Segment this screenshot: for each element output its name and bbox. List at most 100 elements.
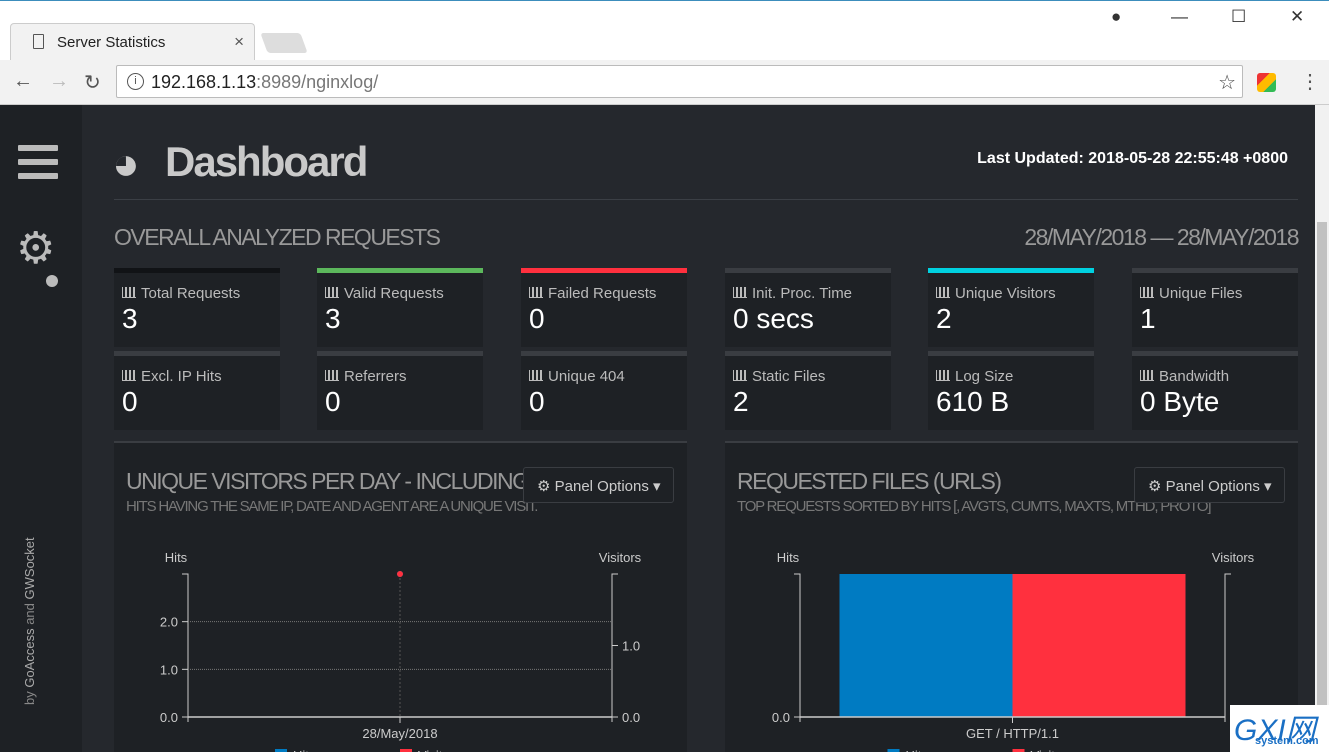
stat-card: Total Requests 3 bbox=[114, 268, 280, 347]
y-tick-label: 2.0 bbox=[160, 615, 178, 630]
bar-chart-icon bbox=[122, 370, 136, 381]
profile-icon[interactable]: ● bbox=[1111, 7, 1121, 27]
stat-value: 0 secs bbox=[733, 303, 814, 334]
close-window-icon[interactable]: ✕ bbox=[1290, 7, 1304, 27]
stat-label: Init. Proc. Time bbox=[752, 285, 853, 302]
y-tick-label: 1.0 bbox=[160, 662, 178, 677]
stat-card: Excl. IP Hits 0 bbox=[114, 351, 280, 430]
bar-chart-icon bbox=[1140, 370, 1154, 381]
point-visitors bbox=[397, 571, 403, 577]
extension-icon[interactable] bbox=[1257, 73, 1276, 92]
url-host: 192.168.1.13 bbox=[151, 72, 257, 92]
stat-label: Referrers bbox=[344, 368, 407, 385]
stat-value: 0 bbox=[325, 386, 341, 417]
y-axis-right-label: Visitors bbox=[599, 550, 642, 565]
minimize-icon[interactable]: — bbox=[1171, 7, 1188, 27]
stat-card: Failed Requests 0 bbox=[521, 268, 687, 347]
stat-card: Valid Requests 3 bbox=[317, 268, 483, 347]
stat-value: 0 Byte bbox=[1140, 386, 1220, 417]
stat-card: Init. Proc. Time 0 secs bbox=[725, 268, 891, 347]
bar-hits bbox=[839, 574, 1013, 717]
stat-label: Unique Files bbox=[1159, 285, 1243, 302]
back-icon[interactable]: ← bbox=[13, 70, 33, 93]
stat-label: Unique 404 bbox=[548, 368, 625, 385]
requested-files-chart: Hits Visitors 0.0 GET / HTTP/1.1 Hits Visitor… bbox=[772, 550, 1255, 752]
bar-chart-icon bbox=[529, 287, 543, 298]
stat-value: 0 bbox=[529, 303, 545, 334]
y-axis-right bbox=[1224, 573, 1231, 722]
y-axis-left-label: Hits bbox=[777, 550, 800, 565]
date-range: 28/MAY/2018 — 28/MAY/2018 bbox=[1024, 224, 1299, 250]
legend-label: Visitors bbox=[1031, 748, 1074, 752]
stat-label: Excl. IP Hits bbox=[141, 368, 222, 385]
y-tick-label: 0.0 bbox=[772, 710, 790, 725]
stat-value: 2 bbox=[733, 386, 749, 417]
stat-label: Log Size bbox=[955, 368, 1014, 385]
y-axis-left bbox=[182, 573, 189, 722]
new-tab-button[interactable] bbox=[260, 33, 308, 53]
address-bar[interactable]: i 192.168.1.13:8989/nginxlog/ ☆ bbox=[116, 65, 1243, 98]
overall-title: OVERALL ANALYZED REQUESTS bbox=[114, 224, 441, 250]
credit-text: by GoAccess and GWSocket bbox=[22, 537, 37, 705]
stat-value: 0 bbox=[529, 386, 545, 417]
y-right-tick-label: 1.0 bbox=[622, 639, 640, 654]
forward-icon[interactable]: → bbox=[49, 70, 69, 93]
requested-files-panel: REQUESTED FILES (URLS) TOP REQUESTS SORT… bbox=[725, 441, 1298, 752]
stat-label: Failed Requests bbox=[548, 285, 657, 302]
divider bbox=[114, 199, 1298, 200]
stat-value: 0 bbox=[122, 386, 138, 417]
stat-value: 1 bbox=[1140, 303, 1156, 334]
stat-value: 3 bbox=[122, 303, 138, 334]
tab-strip: Server Statistics × ● — ☐ ✕ bbox=[0, 0, 1329, 61]
stat-card: Static Files 2 bbox=[725, 351, 891, 430]
stat-value: 3 bbox=[325, 303, 341, 334]
y-axis-right-label: Visitors bbox=[1212, 550, 1255, 565]
stat-card: Bandwidth 0 Byte bbox=[1132, 351, 1298, 430]
x-tick-label: 28/May/2018 bbox=[362, 726, 437, 741]
x-tick-label: GET / HTTP/1.1 bbox=[966, 726, 1059, 741]
settings-gear-icon[interactable]: ⚙ bbox=[16, 223, 55, 274]
bar-chart-icon bbox=[122, 287, 136, 298]
bar-chart-icon bbox=[325, 287, 339, 298]
url-path: :8989/nginxlog/ bbox=[256, 72, 379, 92]
menu-kebab-icon[interactable]: ⋮ bbox=[1300, 69, 1320, 94]
close-tab-icon[interactable]: × bbox=[234, 32, 244, 52]
stat-card: Referrers 0 bbox=[317, 351, 483, 430]
tab-title: Server Statistics bbox=[57, 34, 166, 51]
y-right-tick-label: 0.0 bbox=[622, 710, 640, 725]
stat-card: Unique Files 1 bbox=[1132, 268, 1298, 347]
gwsocket-link[interactable]: GWSocket bbox=[22, 537, 37, 599]
bar-chart-icon bbox=[733, 370, 747, 381]
y-axis-right bbox=[611, 573, 618, 722]
stat-label: Unique Visitors bbox=[955, 285, 1056, 302]
browser-tab[interactable]: Server Statistics × bbox=[10, 23, 255, 61]
page-icon bbox=[33, 34, 44, 49]
stat-value: 610 B bbox=[936, 386, 1010, 417]
dashboard-gauge-icon: ◕ bbox=[112, 137, 140, 189]
bar-chart-icon bbox=[1140, 287, 1154, 298]
stat-card: Unique Visitors 2 bbox=[928, 268, 1094, 347]
bar-chart-icon bbox=[529, 370, 543, 381]
unique-visitors-chart: Hits Visitors 0.0 1.0 2.0 0.0 1.0 28/May/2018 Hi… bbox=[160, 550, 642, 752]
info-icon[interactable]: i bbox=[127, 73, 144, 90]
maximize-icon[interactable]: ☐ bbox=[1231, 7, 1246, 27]
stat-label: Static Files bbox=[752, 368, 826, 385]
goaccess-link[interactable]: GoAccess bbox=[22, 628, 37, 687]
bar-chart-icon bbox=[936, 370, 950, 381]
bar-visitors bbox=[1012, 574, 1186, 717]
watermark-logo: GXI网 system.com bbox=[1230, 705, 1329, 752]
stat-card: Unique 404 0 bbox=[521, 351, 687, 430]
y-axis-left-label: Hits bbox=[165, 550, 188, 565]
nav-bar: ← → ↻ i 192.168.1.13:8989/nginxlog/ ☆ ⋮ bbox=[0, 60, 1329, 105]
scrollbar-thumb[interactable] bbox=[1317, 222, 1327, 752]
legend-label: Hits bbox=[293, 748, 316, 752]
y-axis-left bbox=[794, 573, 801, 722]
bar-chart-icon bbox=[733, 287, 747, 298]
reload-icon[interactable]: ↻ bbox=[84, 70, 101, 95]
bar-chart-icon bbox=[325, 370, 339, 381]
legend-label: Hits bbox=[906, 748, 929, 752]
bookmark-star-icon[interactable]: ☆ bbox=[1218, 70, 1236, 95]
last-updated: Last Updated: 2018-05-28 22:55:48 +0800 bbox=[977, 150, 1288, 167]
sidebar: ⚙ by GoAccess and GWSocket bbox=[0, 105, 82, 752]
page-title: Dashboard bbox=[165, 138, 368, 185]
